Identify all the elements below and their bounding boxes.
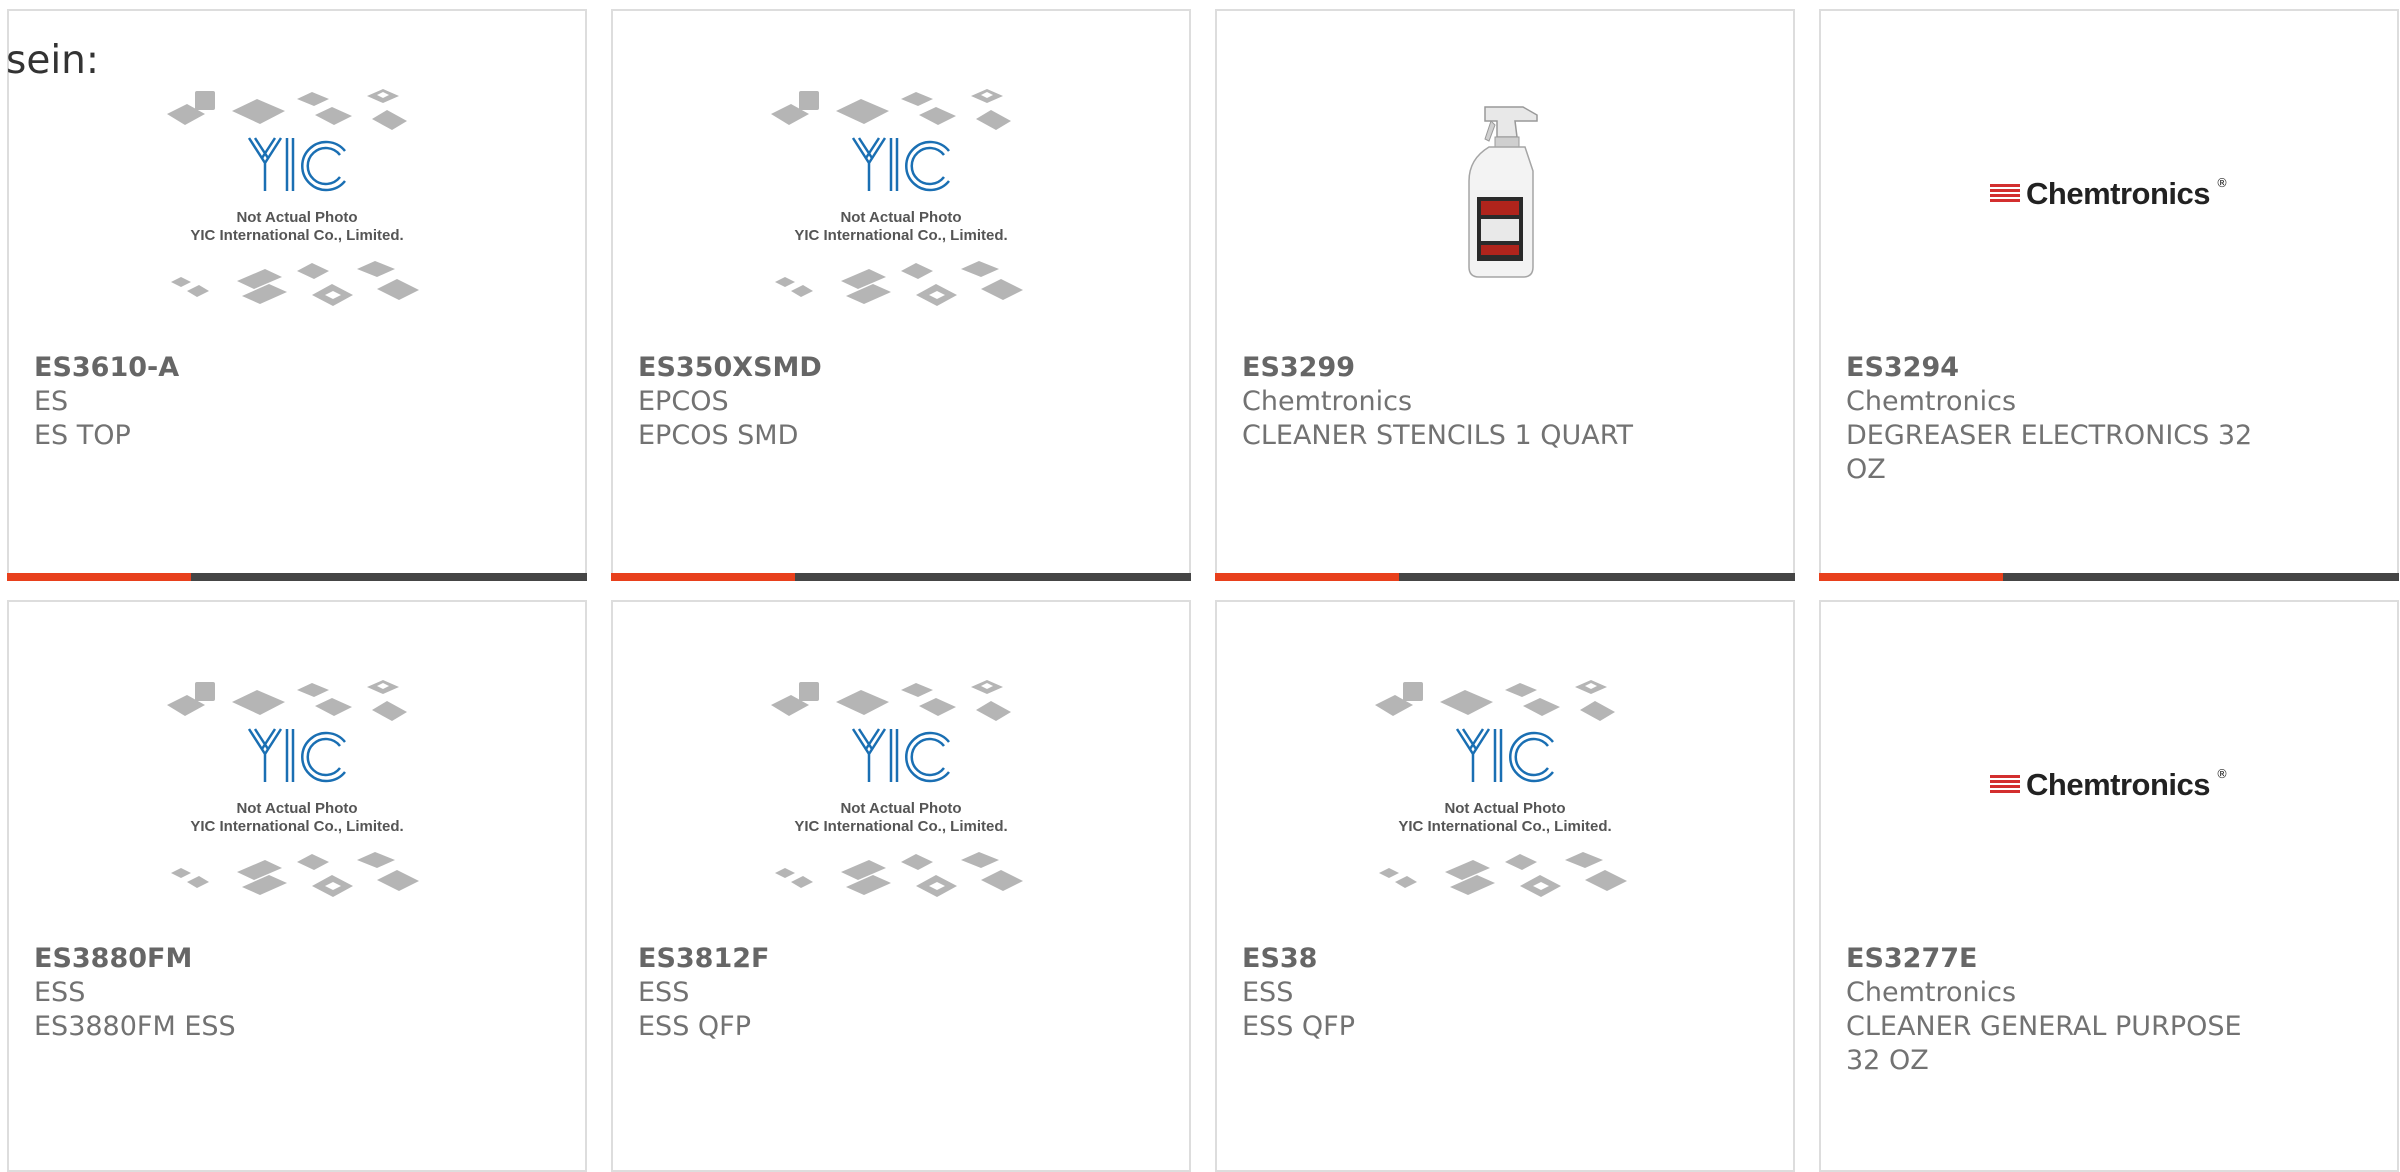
product-text: ES3299 Chemtronics CLEANER STENCILS 1 QU… <box>1242 351 1663 453</box>
product-card[interactable]: Not Actual Photo YIC International Co., … <box>611 9 1191 581</box>
spray-bottle-image <box>1468 106 1538 278</box>
manufacturer: Chemtronics <box>1242 386 1413 417</box>
card-accent-bar <box>1215 573 1399 581</box>
product-photo[interactable]: Chemtronics ® <box>1821 672 2397 942</box>
chemtronics-logo-icon <box>1990 184 2020 202</box>
svg-text:YIC International Co., Limited: YIC International Co., Limited. <box>794 818 1007 835</box>
manufacturer: ES <box>34 386 69 417</box>
part-number[interactable]: ES3299 <box>1242 351 1663 385</box>
part-number[interactable]: ES3880FM <box>34 942 455 976</box>
card-bottom-bar <box>1819 573 2399 581</box>
svg-text:Not Actual Photo: Not Actual Photo <box>236 800 357 817</box>
part-number[interactable]: ES38 <box>1242 942 1663 976</box>
svg-text:Not Actual Photo: Not Actual Photo <box>236 209 357 226</box>
product-text: ES3812F ESS ESS QFP <box>638 942 1059 1044</box>
chemtronics-logo: Chemtronics ® <box>1990 176 2228 212</box>
description: CLEANER STENCILS 1 QUART <box>1242 420 1634 451</box>
description: ESS QFP <box>1242 1011 1355 1042</box>
product-text: ES3610-A ES ES TOP <box>34 351 455 453</box>
description: EPCOS SMD <box>638 420 799 451</box>
description: CLEANER GENERAL PURPOSE 32 OZ <box>1846 1011 2242 1076</box>
yic-placeholder-image: Not Actual Photo YIC International Co., … <box>771 680 1023 897</box>
manufacturer: EPCOS <box>638 386 729 417</box>
product-photo[interactable] <box>1217 81 1793 351</box>
svg-text:Not Actual Photo: Not Actual Photo <box>1444 800 1565 817</box>
svg-text:Not Actual Photo: Not Actual Photo <box>840 800 961 817</box>
svg-text:Not Actual Photo: Not Actual Photo <box>840 209 961 226</box>
product-text: ES3277E Chemtronics CLEANER GENERAL PURP… <box>1846 942 2267 1078</box>
card-accent-bar <box>7 573 191 581</box>
yic-placeholder-image: Not Actual Photo YIC International Co., … <box>1375 680 1627 897</box>
product-text: ES38 ESS ESS QFP <box>1242 942 1663 1044</box>
part-number[interactable]: ES3294 <box>1846 351 2267 385</box>
manufacturer: Chemtronics <box>1846 977 2017 1008</box>
product-photo[interactable]: Chemtronics ® <box>1821 81 2397 351</box>
svg-text:YIC International Co., Limited: YIC International Co., Limited. <box>794 227 1007 244</box>
product-card[interactable]: Not Actual Photo YIC International Co., … <box>7 9 587 581</box>
product-card[interactable]: Not Actual Photo YIC International Co., … <box>7 600 587 1172</box>
description: ESS QFP <box>638 1011 751 1042</box>
chemtronics-logo: Chemtronics ® <box>1990 767 2228 803</box>
product-card[interactable]: ES3299 Chemtronics CLEANER STENCILS 1 QU… <box>1215 9 1795 581</box>
product-photo[interactable]: Not Actual Photo YIC International Co., … <box>1217 672 1793 942</box>
svg-text:YIC International Co., Limited: YIC International Co., Limited. <box>1398 818 1611 835</box>
description: ES3880FM ESS <box>34 1011 236 1042</box>
description: ES TOP <box>34 420 131 451</box>
product-photo[interactable]: Not Actual Photo YIC International Co., … <box>613 672 1189 942</box>
part-number[interactable]: ES3610-A <box>34 351 455 385</box>
card-bottom-bar <box>7 573 587 581</box>
description: DEGREASER ELECTRONICS 32 OZ <box>1846 420 2253 485</box>
yic-placeholder-image: Not Actual Photo YIC International Co., … <box>167 680 419 897</box>
manufacturer: ESS <box>1242 977 1294 1008</box>
svg-text:YIC International Co., Limited: YIC International Co., Limited. <box>190 818 403 835</box>
part-number[interactable]: ES350XSMD <box>638 351 1059 385</box>
yic-placeholder-image: Not Actual Photo YIC International Co., … <box>167 89 419 306</box>
product-text: ES3880FM ESS ES3880FM ESS <box>34 942 455 1044</box>
product-photo[interactable]: Not Actual Photo YIC International Co., … <box>9 672 585 942</box>
card-accent-bar <box>1819 573 2003 581</box>
card-accent-bar <box>611 573 795 581</box>
manufacturer: ESS <box>34 977 86 1008</box>
product-photo[interactable]: Not Actual Photo YIC International Co., … <box>9 81 585 351</box>
intro-text: sein: <box>6 38 100 83</box>
product-card[interactable]: Not Actual Photo YIC International Co., … <box>611 600 1191 1172</box>
product-card[interactable]: Not Actual Photo YIC International Co., … <box>1215 600 1795 1172</box>
card-bottom-bar <box>611 573 1191 581</box>
svg-text:YIC International Co., Limited: YIC International Co., Limited. <box>190 227 403 244</box>
product-text: ES350XSMD EPCOS EPCOS SMD <box>638 351 1059 453</box>
part-number[interactable]: ES3812F <box>638 942 1059 976</box>
yic-placeholder-image: Not Actual Photo YIC International Co., … <box>771 89 1023 306</box>
product-card[interactable]: Chemtronics ® ES3294 Chemtronics DEGREASE… <box>1819 9 2399 581</box>
product-card[interactable]: Chemtronics ® ES3277E Chemtronics CLEANER… <box>1819 600 2399 1172</box>
chemtronics-logo-icon <box>1990 775 2020 793</box>
card-bottom-bar <box>1215 573 1795 581</box>
part-number[interactable]: ES3277E <box>1846 942 2267 976</box>
manufacturer: Chemtronics <box>1846 386 2017 417</box>
product-photo[interactable]: Not Actual Photo YIC International Co., … <box>613 81 1189 351</box>
product-text: ES3294 Chemtronics DEGREASER ELECTRONICS… <box>1846 351 2267 487</box>
manufacturer: ESS <box>638 977 690 1008</box>
